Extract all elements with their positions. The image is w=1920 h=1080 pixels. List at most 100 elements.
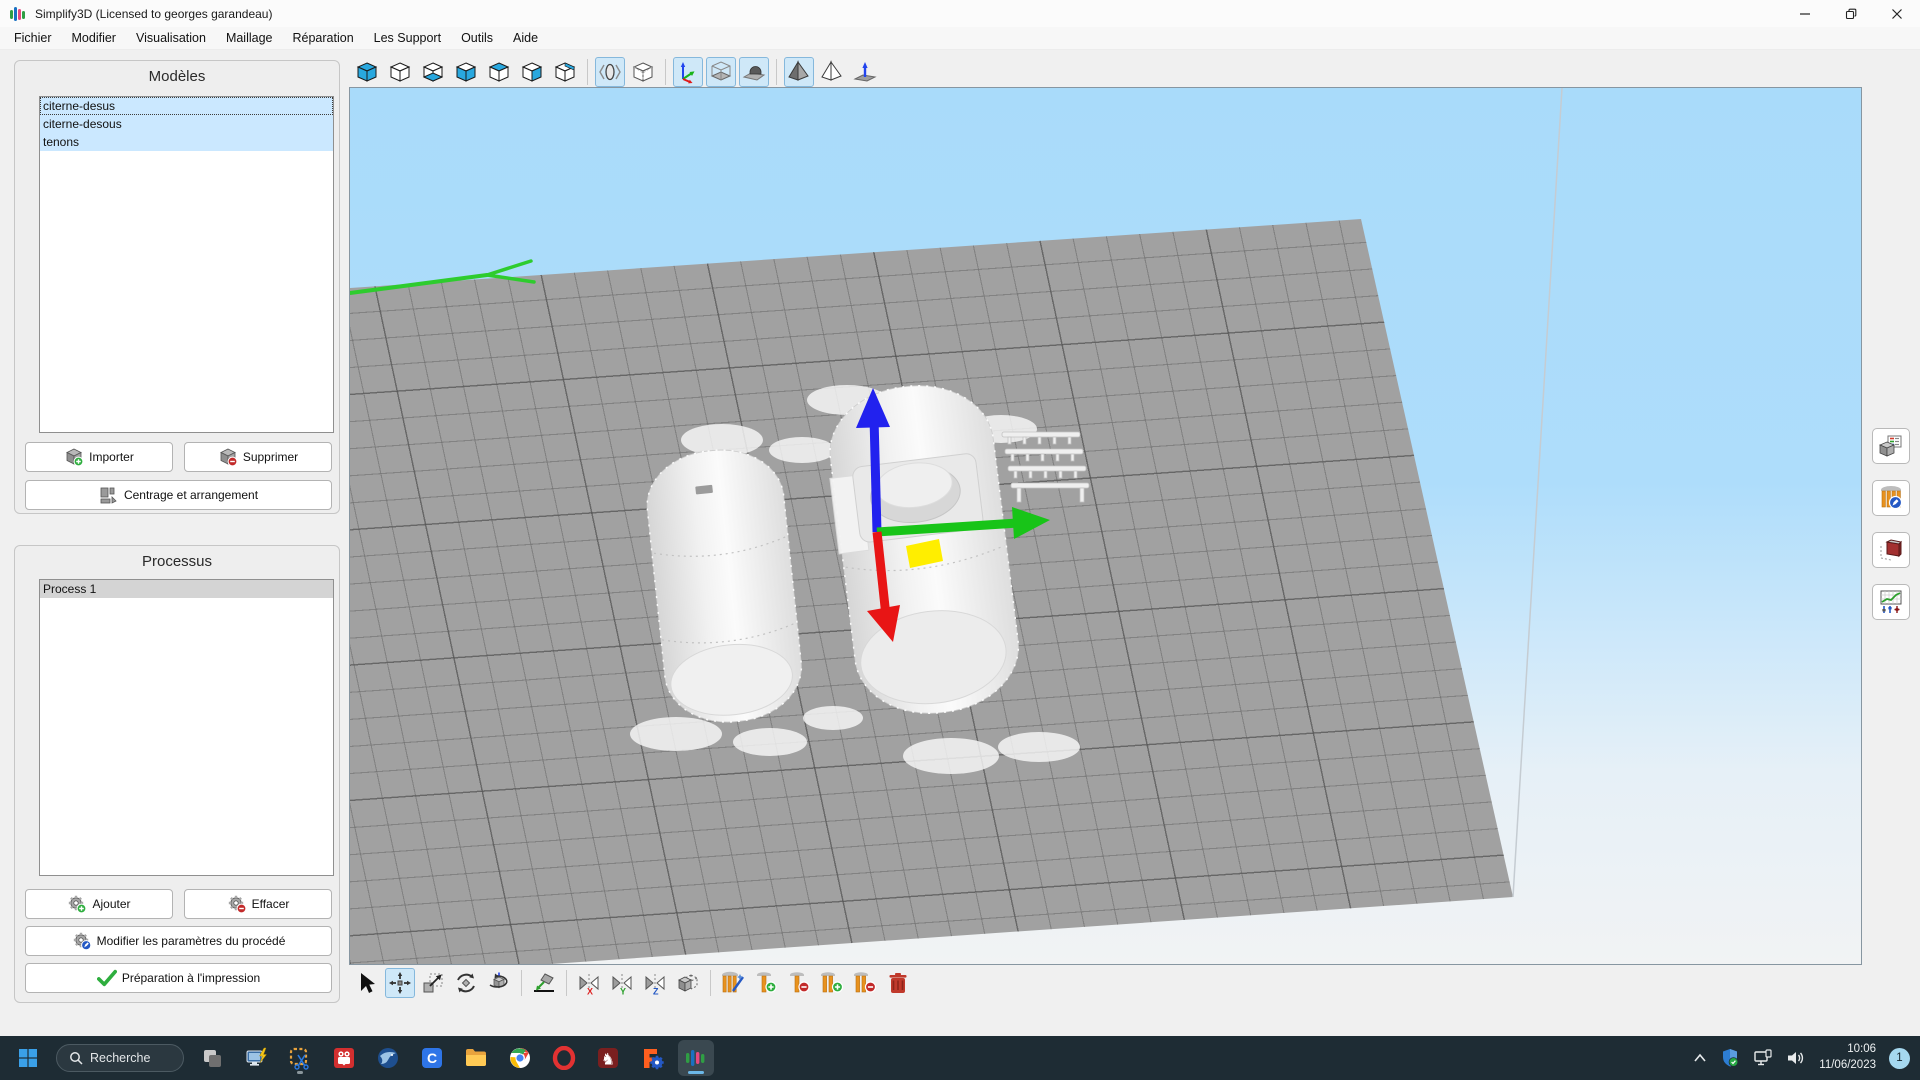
model-list-item[interactable]: citerne-desous [40,115,333,133]
lay-flat-icon [534,973,554,992]
view-bottom-cube-button[interactable] [418,57,448,87]
model-list-item[interactable]: tenons [40,133,333,151]
solid-pyramid-icon [788,60,809,81]
add-support-group-button[interactable] [817,968,847,998]
tray-chevron-icon[interactable] [1693,1053,1707,1063]
3d-scene[interactable] [350,88,1862,965]
model-properties-button[interactable] [1872,428,1910,464]
models-panel: Modèles citerne-desus citerne-desous ten… [14,60,340,514]
speaker-icon[interactable] [1786,1048,1806,1068]
taskbar-app-stack-windows[interactable] [194,1040,230,1076]
model-citerne-desous[interactable] [642,444,807,729]
view-right-cube-button[interactable] [517,57,547,87]
menu-maillage[interactable]: Maillage [216,28,283,48]
taskbar-app-chrome[interactable] [502,1040,538,1076]
view-back-cube-icon [554,62,576,82]
taskbar-app-pc-install[interactable] [238,1040,274,1076]
prepare-print-button[interactable]: Préparation à l'impression [25,963,332,993]
remove-button-label: Supprimer [242,450,299,464]
mirror-z-button[interactable]: Z [640,968,670,998]
side-toolbar [1872,428,1910,620]
remove-support-button[interactable] [784,968,814,998]
close-button[interactable] [1874,0,1920,27]
model-tenons[interactable] [1001,431,1090,503]
restore-button[interactable] [1828,0,1874,27]
move-tool-button[interactable] [385,968,415,998]
view-front-cube-icon [389,62,411,82]
taskbar-app-freecad[interactable] [634,1040,670,1076]
bed-model-toggle-button[interactable] [739,57,769,87]
menu-les-support[interactable]: Les Support [364,28,451,48]
rotate-tool-button[interactable] [451,968,481,998]
menu-visualisation[interactable]: Visualisation [126,28,216,48]
taskbar-app-snipping[interactable] [282,1040,318,1076]
mirror-x-button[interactable]: X [574,968,604,998]
free-rotate-icon [489,972,508,989]
view-default-cube-button[interactable] [352,57,382,87]
menu-aide[interactable]: Aide [503,28,548,48]
processes-list[interactable]: Process 1 [39,579,334,876]
clear-process-button[interactable]: Effacer [184,889,332,919]
generate-supports-button[interactable] [718,968,748,998]
menu-reparation[interactable]: Réparation [283,28,364,48]
taskbar-search[interactable]: Recherche [56,1044,184,1072]
delete-all-supports-button[interactable] [883,968,913,998]
select-cursor-button[interactable] [352,968,382,998]
security-shield-icon[interactable] [1720,1048,1740,1068]
remove-support-group-button[interactable] [850,968,880,998]
taskbar-app-c[interactable]: C [414,1040,450,1076]
edit-supports-icon [1881,486,1903,510]
duplicate-model-icon [678,974,698,992]
model-list-item[interactable]: citerne-desus [40,97,333,115]
build-volume-toggle-button[interactable] [706,57,736,87]
taskbar-app-knight[interactable]: ♞ [590,1040,626,1076]
view-back-cube-button[interactable] [550,57,580,87]
taskbar-clock[interactable]: 10:06 11/06/2023 [1819,1042,1876,1073]
remove-model-button[interactable]: Supprimer [184,442,332,472]
notification-count-badge[interactable]: 1 [1889,1047,1910,1069]
edit-supports-button[interactable] [1872,480,1910,516]
cross-section-button[interactable] [595,57,625,87]
view-front-cube-button[interactable] [385,57,415,87]
wireframe-toggle-button[interactable] [628,57,658,87]
taskbar-app-video-downloader[interactable] [326,1040,362,1076]
add-support-button[interactable] [751,968,781,998]
tuning-graph-icon [1880,590,1902,613]
minimize-button[interactable] [1782,0,1828,27]
tuning-graph-button[interactable] [1872,584,1910,620]
taskbar-app-explorer[interactable] [458,1040,494,1076]
taskbar-app-thunderbird[interactable] [370,1040,406,1076]
solid-render-button[interactable] [784,57,814,87]
import-button[interactable]: Importer [25,442,173,472]
menu-modifier[interactable]: Modifier [62,28,126,48]
center-arrange-button[interactable]: Centrage et arrangement [25,480,332,510]
view-top-cube-button[interactable] [484,57,514,87]
network-display-icon[interactable] [1753,1048,1773,1068]
menu-outils[interactable]: Outils [451,28,503,48]
lay-flat-button[interactable] [529,968,559,998]
outline-render-button[interactable] [817,57,847,87]
clear-process-label: Effacer [251,897,290,911]
mirror-y-button[interactable]: Y [607,968,637,998]
toolbar-separator [665,59,666,85]
taskbar-app-opera[interactable] [546,1040,582,1076]
view-left-cube-button[interactable] [451,57,481,87]
process-list-item[interactable]: Process 1 [40,580,333,598]
cross-section-tool-button[interactable] [1872,532,1910,568]
view-bottom-cube-icon [422,62,444,82]
menu-fichier[interactable]: Fichier [4,28,62,48]
start-button[interactable] [10,1040,46,1076]
z-arrow-plate-button[interactable] [850,57,880,87]
duplicate-model-button[interactable] [673,968,703,998]
taskbar-app-simplify3d[interactable] [678,1040,714,1076]
scale-tool-button[interactable] [418,968,448,998]
axes-toggle-button[interactable] [673,57,703,87]
edit-process-settings-button[interactable]: Modifier les paramètres du procédé [25,926,332,956]
svg-text:Z: Z [653,987,659,996]
free-rotate-button[interactable] [484,968,514,998]
add-process-button[interactable]: Ajouter [25,889,173,919]
start-icon [19,1049,37,1067]
viewport-3d[interactable] [349,87,1862,965]
view-right-cube-icon [521,62,543,82]
models-list[interactable]: citerne-desus citerne-desous tenons [39,96,334,433]
